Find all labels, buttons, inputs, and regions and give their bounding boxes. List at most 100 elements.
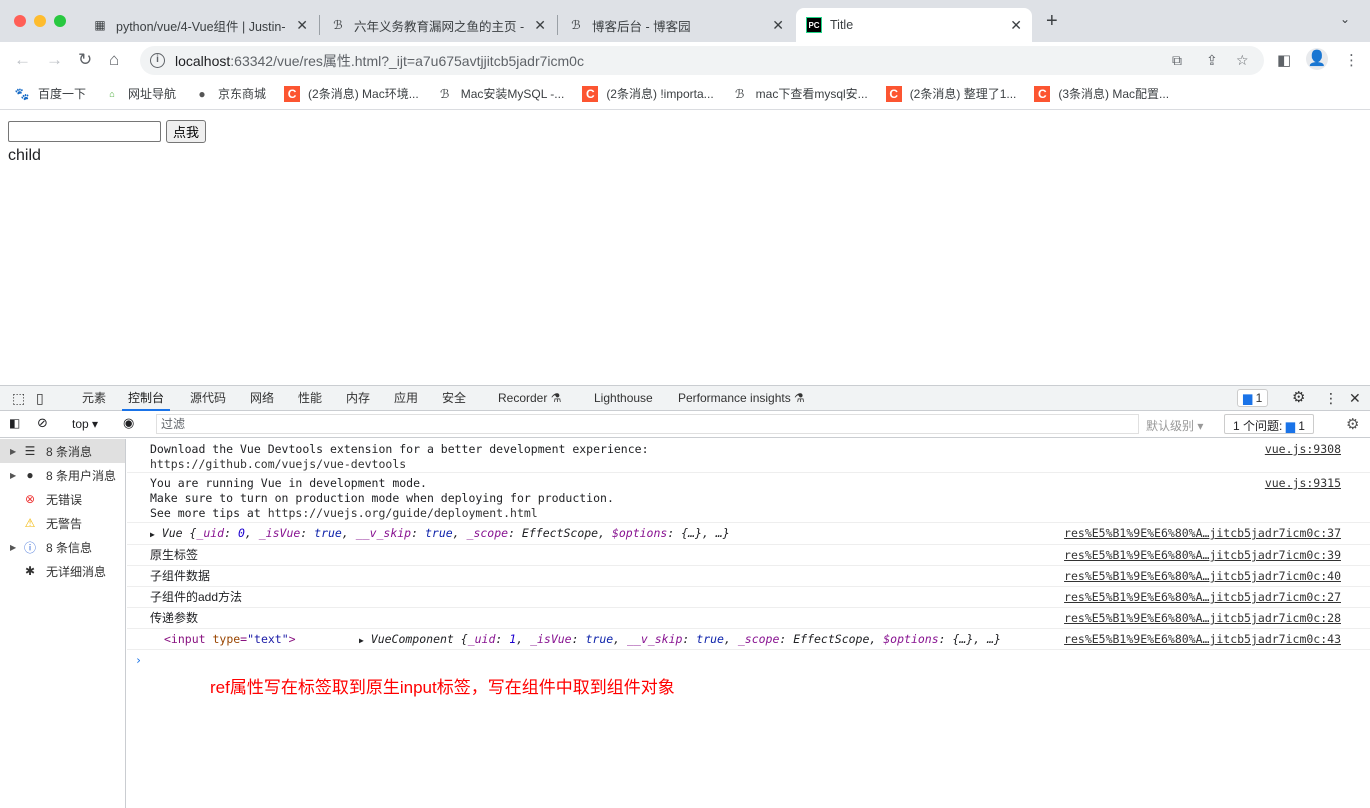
bookmark[interactable]: ℬ Mac安装MySQL -... <box>437 85 564 102</box>
sidebar-item-user-messages[interactable]: ▶ ● 8 条用户消息 <box>0 463 125 487</box>
bookmark[interactable]: 🐾 百度一下 <box>14 85 87 102</box>
text-input[interactable] <box>8 121 161 142</box>
sidebar-item-messages[interactable]: ▶ ☰ 8 条消息 <box>0 439 125 463</box>
source-link[interactable]: res%E5%B1%9E%E6%80%A…jitcb5jadr7icm0c:43 <box>1064 632 1341 647</box>
devtools-panel: ⬚ ▯ 元素 控制台 源代码 网络 性能 内存 应用 安全 Recorder ⚗… <box>0 385 1370 808</box>
close-tab-icon[interactable]: ✕ <box>772 17 784 34</box>
qr-favicon-icon: ▦ <box>94 18 106 32</box>
profile-avatar-icon[interactable]: 👤 <box>1306 48 1328 70</box>
sidebar-item-info[interactable]: ▶ ⓘ 8 条信息 <box>0 535 125 559</box>
tab-lighthouse[interactable]: Lighthouse <box>592 386 655 411</box>
globe-icon: ● <box>198 86 206 101</box>
reload-button[interactable]: ↻ <box>78 50 92 70</box>
sidebar-item-warnings[interactable]: ⚠ 无警告 <box>0 511 125 535</box>
bookmark[interactable]: C (2条消息) Mac环境... <box>284 85 419 102</box>
console-toolbar: ◧ ⊘ top ▾ ◉ 过滤 默认级别 ▾ 1 个问题: ▆ 1 ⚙ <box>0 411 1370 438</box>
source-link[interactable]: vue.js:9308 <box>1265 442 1341 457</box>
issues-counter[interactable]: 1 个问题: ▆ 1 <box>1224 414 1314 434</box>
issues-button[interactable]: ▆ 1 <box>1237 389 1269 407</box>
share-icon[interactable]: ⇪ <box>1206 52 1218 69</box>
link[interactable]: https://github.com/vuejs/vue-devtools <box>150 457 406 471</box>
new-tab-button[interactable]: + <box>1046 10 1058 33</box>
tab-performance-insights[interactable]: Performance insights ⚗ <box>676 386 807 411</box>
tab-search-chevron-icon[interactable]: ⌄ <box>1340 12 1350 26</box>
object-preview-token: __v_skip <box>355 526 412 540</box>
close-window-button[interactable] <box>14 15 26 27</box>
home-button[interactable]: ⌂ <box>109 50 119 70</box>
log-entry: Download the Vue Devtools extension for … <box>127 439 1370 473</box>
sidebar-item-verbose[interactable]: ✱ 无详细消息 <box>0 559 125 583</box>
live-expression-eye-icon[interactable]: ◉ <box>123 415 134 431</box>
object-preview-token: : EffectScope, <box>508 526 612 540</box>
object-preview-token: true <box>314 526 342 540</box>
context-selector[interactable]: top ▾ <box>72 417 98 431</box>
tab-strip: ▦ python/vue/4-Vue组件 | Justin- ✕ ℬ 六年义务教育漏网… <box>0 0 1370 42</box>
source-link[interactable]: res%E5%B1%9E%E6%80%A…jitcb5jadr7icm0c:40 <box>1064 569 1341 584</box>
settings-gear-icon[interactable]: ⚙ <box>1290 386 1307 411</box>
browser-toolbar: ← → ↻ ⌂ i localhost:63342/vue/res属性.html… <box>0 42 1370 78</box>
back-button[interactable]: ← <box>14 50 31 70</box>
console-sidebar: ▶ ☰ 8 条消息 ▶ ● 8 条用户消息 ⊗ 无错误 ⚠ 无警告 ▶ ⓘ 8 条信息 ✱ 无详细… <box>0 439 126 808</box>
object-preview-token: __v_skip <box>627 632 683 646</box>
sidebar-item-errors[interactable]: ⊗ 无错误 <box>0 487 125 511</box>
bookmark[interactable]: C (3条消息) Mac配置... <box>1034 85 1169 102</box>
more-menu-icon[interactable]: ⋮ <box>1344 51 1359 69</box>
side-panel-icon[interactable]: ◧ <box>1277 51 1291 69</box>
close-tab-icon[interactable]: ✕ <box>1010 17 1022 34</box>
object-preview-token: _uid <box>196 526 225 540</box>
filter-input[interactable]: 过滤 <box>156 414 1139 434</box>
tab-performance[interactable]: 性能 <box>296 386 324 411</box>
click-me-button[interactable]: 点我 <box>166 120 207 143</box>
device-toolbar-icon[interactable]: ▯ <box>34 386 46 411</box>
close-tab-icon[interactable]: ✕ <box>534 17 546 34</box>
browser-tab[interactable]: ▦ python/vue/4-Vue组件 | Justin- ✕ <box>82 8 318 42</box>
tab-recorder[interactable]: Recorder ⚗ <box>496 386 563 411</box>
link[interactable]: https://vuejs.org/guide/deployment.html <box>268 506 538 520</box>
log-level-dropdown[interactable]: 默认级别 ▾ <box>1146 417 1203 434</box>
address-bar[interactable]: i localhost:63342/vue/res属性.html?_ijt=a7… <box>140 46 1264 75</box>
forward-button[interactable]: → <box>46 50 63 70</box>
tab-sources[interactable]: 源代码 <box>188 386 228 411</box>
dom-node[interactable]: <input type="text"> <box>164 632 296 646</box>
translate-icon[interactable]: ⧉ <box>1172 52 1182 69</box>
bookmark-star-icon[interactable]: ☆ <box>1236 52 1249 69</box>
object-preview-token: : <box>571 632 586 646</box>
log-entry-object[interactable]: ▶ Vue {_uid: 0, _isVue: true, __v_skip: … <box>127 523 1370 545</box>
source-link[interactable]: res%E5%B1%9E%E6%80%A…jitcb5jadr7icm0c:37 <box>1064 526 1341 541</box>
source-link[interactable]: res%E5%B1%9E%E6%80%A…jitcb5jadr7icm0c:39 <box>1064 548 1341 563</box>
console-prompt[interactable]: › <box>127 650 1370 667</box>
source-link[interactable]: vue.js:9315 <box>1265 476 1341 491</box>
baidu-icon: 🐾 <box>14 86 30 101</box>
inspect-element-icon[interactable]: ⬚ <box>10 386 27 411</box>
tab-application[interactable]: 应用 <box>392 386 420 411</box>
bookmark[interactable]: ● 京东商城 <box>194 85 266 102</box>
close-devtools-icon[interactable]: ✕ <box>1347 386 1363 411</box>
browser-tab-active[interactable]: PC Title ✕ <box>796 8 1032 42</box>
source-link[interactable]: res%E5%B1%9E%E6%80%A…jitcb5jadr7icm0c:28 <box>1064 611 1341 626</box>
browser-tab[interactable]: ℬ 博客后台 - 博客园 ✕ <box>558 8 794 42</box>
tab-network[interactable]: 网络 <box>248 386 276 411</box>
maximize-window-button[interactable] <box>54 15 66 27</box>
object-preview-token: true <box>696 632 724 646</box>
console-settings-icon[interactable]: ⚙ <box>1346 415 1359 433</box>
browser-tab[interactable]: ℬ 六年义务教育漏网之鱼的主页 - 博 ✕ <box>320 8 556 42</box>
bookmark[interactable]: ℬmac下查看mysql安... <box>732 85 868 102</box>
expand-triangle-icon: ▶ <box>150 530 155 539</box>
site-info-icon[interactable]: i <box>150 53 165 68</box>
source-link[interactable]: res%E5%B1%9E%E6%80%A…jitcb5jadr7icm0c:27 <box>1064 590 1341 605</box>
tab-memory[interactable]: 内存 <box>344 386 372 411</box>
bookmark[interactable]: ⌂ 网址导航 <box>104 85 176 102</box>
object-preview-token: $options <box>611 526 668 540</box>
more-options-icon[interactable]: ⋮ <box>1322 386 1340 411</box>
close-tab-icon[interactable]: ✕ <box>296 17 308 34</box>
bookmark[interactable]: C (2条消息) !importa... <box>582 85 714 102</box>
tab-console[interactable]: 控制台 <box>122 386 171 411</box>
sidebar-toggle-icon[interactable]: ◧ <box>9 416 20 430</box>
minimize-window-button[interactable] <box>34 15 46 27</box>
log-entry-element[interactable]: <input type="text"> ▶ VueComponent {_uid… <box>127 629 1370 650</box>
message-icon: ▆ <box>1285 419 1295 433</box>
bookmark[interactable]: C (2条消息) 整理了1... <box>885 85 1016 102</box>
tab-elements[interactable]: 元素 <box>80 386 108 411</box>
clear-console-icon[interactable]: ⊘ <box>37 415 48 431</box>
tab-security[interactable]: 安全 <box>440 386 468 411</box>
